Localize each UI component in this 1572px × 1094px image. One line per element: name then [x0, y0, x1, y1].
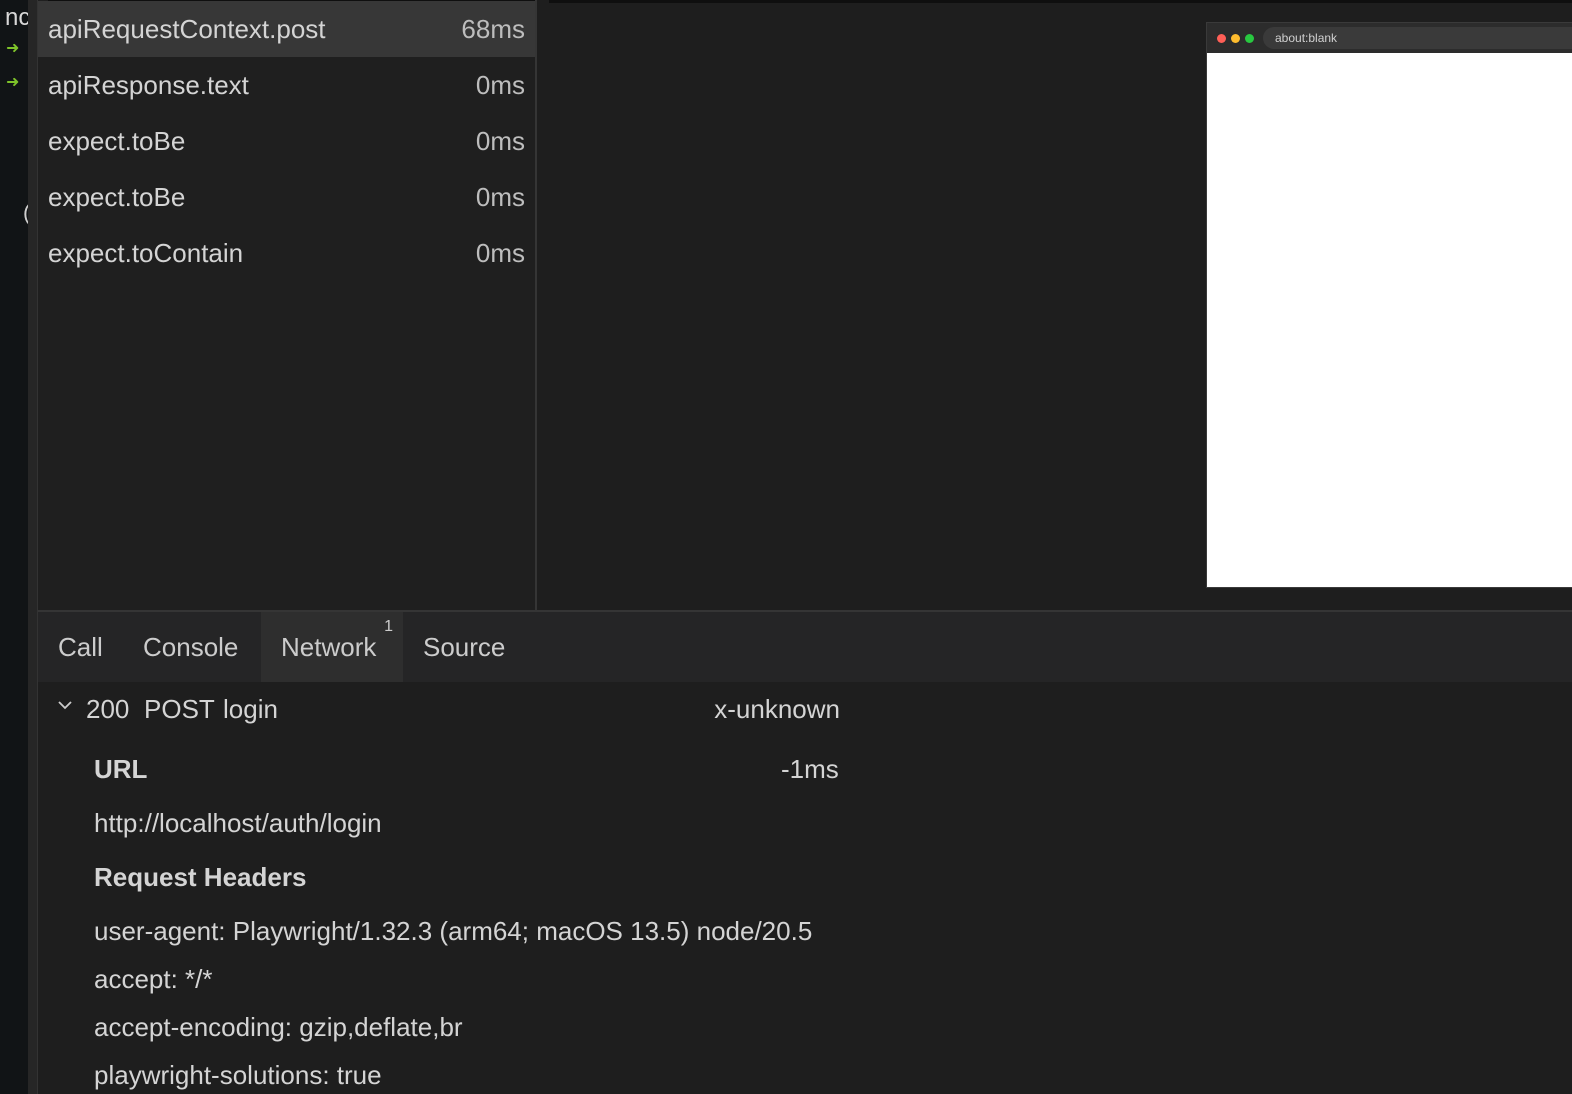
request-content-type: x-unknown: [714, 694, 840, 724]
action-item-expect-to-be[interactable]: expect.toBe 0ms: [38, 113, 535, 169]
tab-source[interactable]: Source: [403, 612, 528, 682]
tab-label: Console: [143, 631, 239, 662]
action-duration: 0ms: [475, 237, 525, 268]
request-method: POST: [144, 694, 215, 724]
action-name: expect.toBe: [48, 125, 186, 156]
tab-label: Network: [281, 631, 377, 662]
snapshot-area: about:blank: [537, 0, 1572, 610]
request-url: http://localhost/auth/login: [94, 808, 382, 838]
maximize-dot-icon: [1245, 34, 1254, 43]
tab-label: Call: [58, 631, 103, 662]
chevron-down-icon: [58, 701, 72, 710]
snapshot-top-shadow: [549, 0, 1572, 3]
action-duration: 0ms: [475, 125, 525, 156]
close-dot-icon: [1217, 34, 1226, 43]
actions-list: apiRequestContext.post 68ms apiResponse.…: [38, 0, 535, 610]
snapshot-url-bar: about:blank: [1263, 27, 1572, 49]
action-duration: 68ms: [461, 13, 525, 44]
minimize-dot-icon: [1231, 34, 1240, 43]
network-request-row[interactable]: 200 POST login x-unknown: [38, 682, 858, 740]
network-count-badge: 1: [384, 618, 393, 635]
request-name: login: [223, 694, 278, 724]
sidebar-divider[interactable]: [28, 0, 38, 1094]
action-duration: 0ms: [475, 69, 525, 100]
snapshot-browser-frame: about:blank: [1206, 22, 1572, 588]
terminal-prompt-arrow-icon: ➜: [6, 74, 20, 91]
action-item-expect-to-contain[interactable]: expect.toContain 0ms: [38, 225, 535, 281]
terminal-strip: nc ➜ ➜ (: [0, 0, 28, 1094]
request-header-line: playwright-solutions: true: [94, 1060, 382, 1090]
network-panel: 200 POST login x-unknown URL -1ms http:/…: [38, 682, 1572, 1094]
request-header-line: accept: */*: [94, 964, 213, 994]
tab-console[interactable]: Console: [123, 612, 261, 682]
url-heading: URL: [94, 754, 148, 784]
action-name: expect.toBe: [48, 181, 186, 212]
trace-viewer-window: nc ➜ ➜ ( apiRequestContext.post 68ms api…: [0, 0, 1572, 1094]
browser-title-bar: about:blank: [1207, 23, 1572, 53]
action-item-expect-to-be[interactable]: expect.toBe 0ms: [38, 169, 535, 225]
request-header-line: accept-encoding: gzip,deflate,br: [94, 1012, 463, 1042]
request-headers-heading: Request Headers: [94, 862, 307, 892]
request-duration: -1ms: [781, 754, 839, 784]
action-name: apiRequestContext.post: [48, 13, 326, 44]
action-name: expect.toContain: [48, 237, 244, 268]
request-header-line: user-agent: Playwright/1.32.3 (arm64; ma…: [94, 916, 813, 946]
terminal-prompt-arrow-icon: ➜: [6, 40, 20, 57]
request-status: 200: [86, 694, 130, 724]
action-item-api-request-post[interactable]: apiRequestContext.post 68ms: [38, 1, 535, 57]
action-name: apiResponse.text: [48, 69, 249, 100]
tab-network[interactable]: Network 1: [261, 612, 403, 682]
detail-tab-bar: Call Console Network 1 Source: [38, 612, 1572, 682]
tab-call[interactable]: Call: [38, 612, 123, 682]
tab-label: Source: [423, 631, 506, 662]
action-duration: 0ms: [475, 181, 525, 212]
action-item-api-response-text[interactable]: apiResponse.text 0ms: [38, 57, 535, 113]
terminal-text: nc: [5, 4, 28, 31]
